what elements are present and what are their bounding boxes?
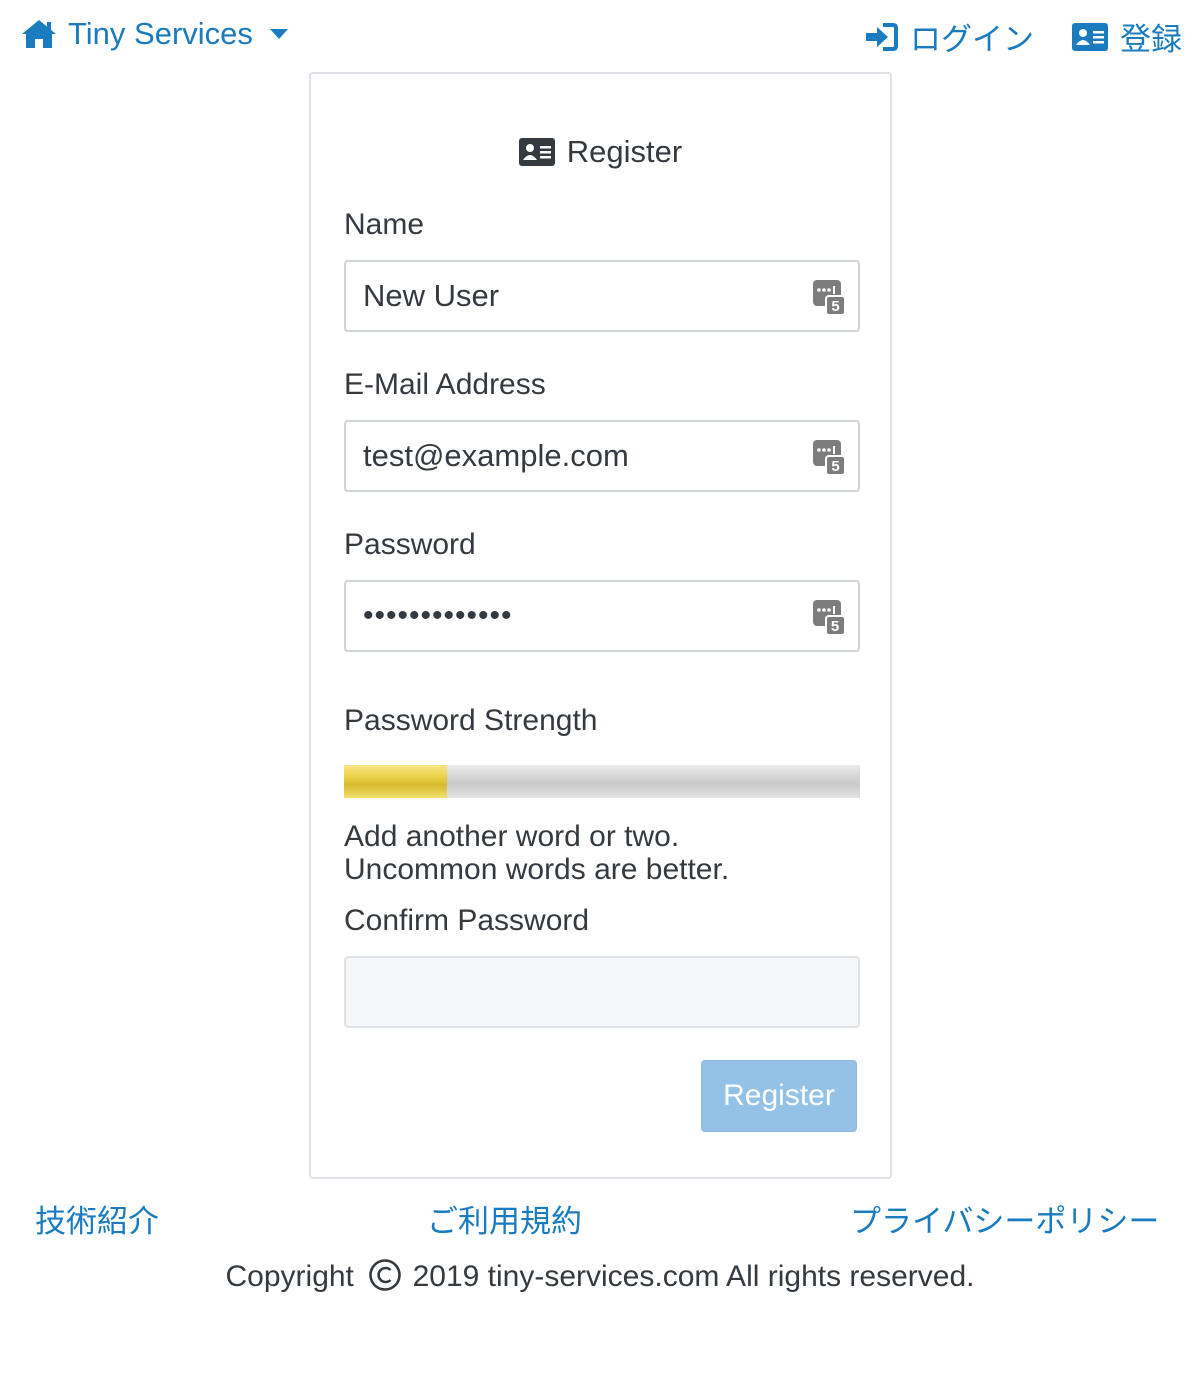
sign-in-icon [866, 22, 898, 51]
password-value: ••••••••••••• [363, 599, 513, 632]
register-button[interactable]: Register [701, 1060, 857, 1132]
svg-text:5: 5 [831, 618, 840, 635]
copyright-text: 2019 tiny-services.com All rights reserv… [412, 1260, 975, 1293]
email-label: E-Mail Address [344, 368, 546, 401]
caret-down-icon [269, 29, 288, 39]
home-icon [22, 20, 56, 48]
hint-line-1: Add another word or two. [344, 820, 680, 853]
password-manager-icon[interactable]: 5 [812, 438, 846, 476]
password-input[interactable]: ••••••••••••• 5 [344, 580, 860, 652]
password-strength-meter [344, 765, 860, 798]
password-strength-fill [344, 765, 448, 798]
brand-dropdown[interactable]: Tiny Services [20, 16, 289, 52]
password-manager-icon[interactable]: 5 [812, 598, 846, 636]
hint-line-2: Uncommon words are better. [344, 853, 730, 886]
email-input[interactable]: test@example.com 5 [344, 420, 860, 492]
password-manager-icon[interactable]: 5 [812, 278, 846, 316]
footer-link-tech[interactable]: 技術紹介 [35, 1196, 159, 1241]
password-strength-hint: Add another word or two. Uncommon words … [344, 820, 860, 886]
confirm-password-input[interactable] [344, 956, 860, 1028]
login-label: ログイン [910, 22, 1034, 57]
id-card-icon [1072, 22, 1108, 51]
svg-text:5: 5 [831, 458, 839, 475]
email-value: test@example.com [363, 438, 629, 473]
card-title-text: Register [566, 134, 683, 169]
footer-link-privacy[interactable]: プライバシーポリシー [850, 1196, 1159, 1241]
name-label: Name [344, 208, 425, 241]
card-title: Register [311, 134, 890, 170]
login-link[interactable]: ログイン [864, 14, 1034, 59]
navbar: Tiny Services ログイン 登録 [0, 0, 1200, 72]
copyright-icon [369, 1259, 402, 1291]
copyright: Copyright 2019 tiny-services.com All rig… [0, 1258, 1200, 1294]
name-input[interactable]: New User 5 [344, 260, 860, 332]
password-strength-label: Password Strength [344, 704, 598, 737]
svg-text:5: 5 [831, 298, 839, 315]
register-link[interactable]: 登録 [1072, 14, 1182, 59]
brand-label: Tiny Services [68, 16, 253, 51]
footer-link-terms[interactable]: ご利用規約 [427, 1196, 582, 1241]
footer-links: 技術紹介 ご利用規約 プライバシーポリシー [0, 1196, 1200, 1239]
register-card: Register Name New User 5 E-Mail Address … [309, 72, 892, 1179]
register-label: 登録 [1120, 22, 1182, 57]
name-value: New User [363, 278, 500, 313]
confirm-password-label: Confirm Password [344, 904, 590, 937]
password-label: Password [344, 528, 476, 561]
id-card-icon [518, 138, 555, 166]
copyright-prefix: Copyright [225, 1260, 354, 1293]
